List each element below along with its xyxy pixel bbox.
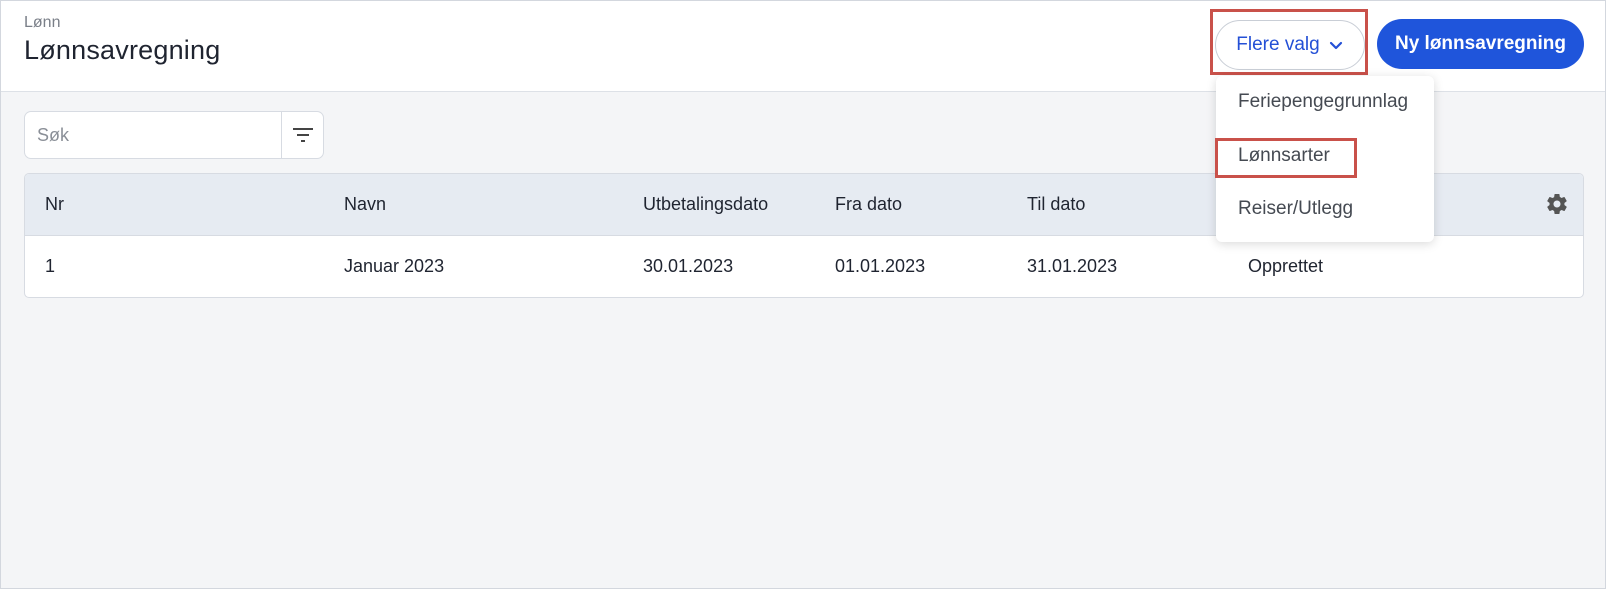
more-options-label: Flere valg — [1236, 34, 1320, 55]
column-header-fra-dato[interactable]: Fra dato — [835, 194, 902, 215]
column-header-nr[interactable]: Nr — [45, 194, 64, 215]
more-options-button[interactable]: Flere valg — [1215, 20, 1365, 70]
more-options-menu: Feriepengegrunnlag Lønnsarter Reiser/Utl… — [1216, 76, 1434, 242]
menu-item-feriepengegrunnlag[interactable]: Feriepengegrunnlag — [1238, 91, 1408, 113]
search-bar — [24, 111, 324, 159]
cell-navn: Januar 2023 — [344, 256, 445, 276]
breadcrumb[interactable]: Lønn — [24, 14, 60, 32]
column-header-navn[interactable]: Navn — [344, 194, 386, 215]
gear-icon[interactable] — [1545, 192, 1569, 216]
cell-nr: 1 — [45, 256, 56, 276]
search-input[interactable] — [25, 112, 281, 158]
filter-button[interactable] — [281, 112, 323, 158]
menu-item-lonnsarter[interactable]: Lønnsarter — [1238, 145, 1330, 167]
column-header-til-dato[interactable]: Til dato — [1027, 194, 1085, 215]
column-header-utbetalingsdato[interactable]: Utbetalingsdato — [643, 194, 768, 215]
page-title: Lønnsavregning — [24, 35, 221, 65]
chevron-down-icon — [1329, 41, 1342, 50]
filter-icon — [292, 128, 313, 142]
menu-item-reiser-utlegg[interactable]: Reiser/Utlegg — [1238, 198, 1353, 220]
cell-fra-dato: 01.01.2023 — [835, 256, 926, 276]
new-payroll-button[interactable]: Ny lønnsavregning — [1377, 19, 1584, 69]
cell-til-dato: 31.01.2023 — [1027, 256, 1118, 276]
cell-utbetalingsdato: 30.01.2023 — [643, 256, 734, 276]
cell-status: Opprettet — [1248, 256, 1324, 276]
